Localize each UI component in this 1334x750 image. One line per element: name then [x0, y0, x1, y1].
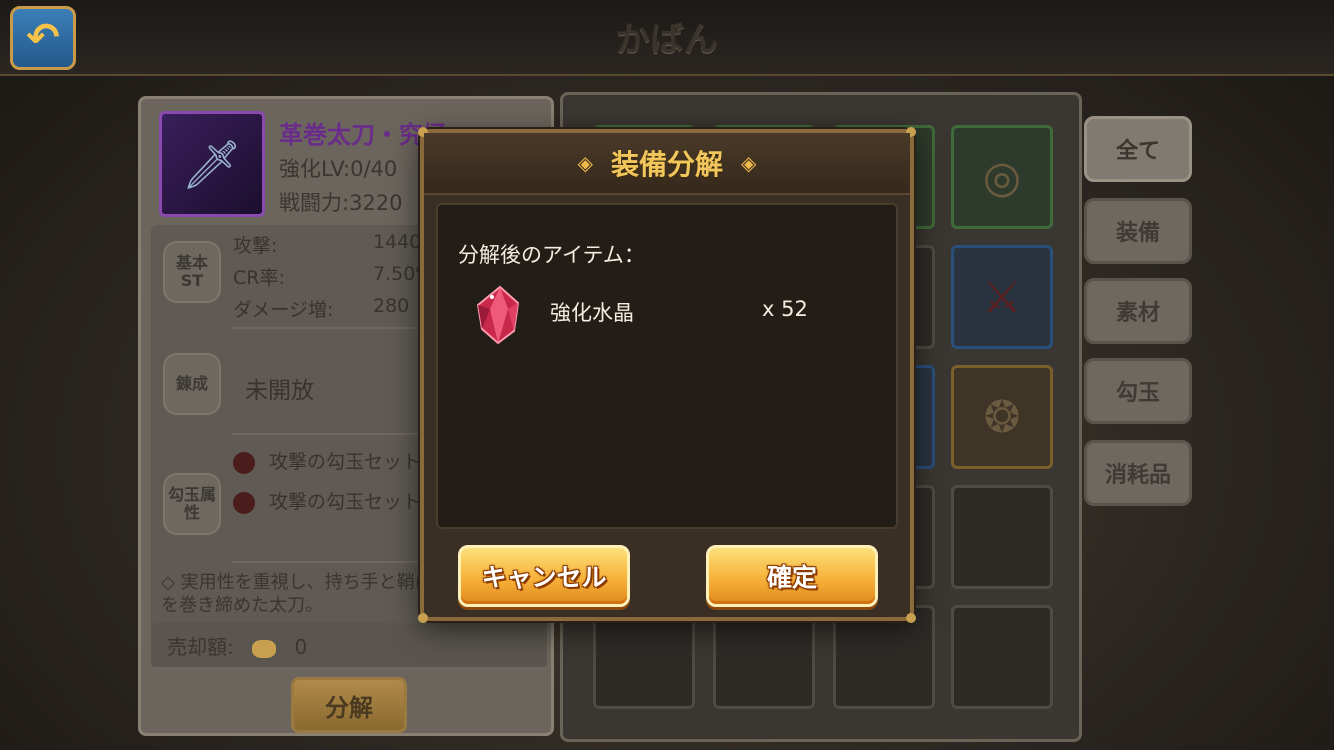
- stat-label: ダメージ増:: [233, 299, 334, 321]
- coin-icon: [252, 639, 277, 658]
- stat-value: 1440: [373, 231, 422, 253]
- cancel-button[interactable]: キャンセル: [458, 545, 630, 607]
- ornament-left-icon: ◈: [577, 151, 593, 175]
- crystal-icon: [468, 283, 532, 347]
- item-description: ◇ 実用性を重視し、持ち手と鞘に紐を巻き締めた太刀。: [161, 572, 451, 617]
- forge-badge: 錬成: [163, 353, 221, 415]
- dialog-header: ◈ 装備分解 ◈: [424, 133, 910, 195]
- basic-stat-badge: 基本ST: [163, 241, 221, 303]
- stat-label: 攻撃:: [233, 235, 278, 257]
- result-item-name: 強化水晶: [550, 301, 634, 325]
- dialog-body: 分解後のアイテム： 強化水晶 x 52: [436, 203, 898, 529]
- disassemble-dialog: ◈ 装備分解 ◈ 分解後のアイテム： 強化水晶 x 52 キャンセル 確定: [418, 127, 916, 623]
- sell-value: 0: [294, 635, 308, 659]
- ring-icon: ◎: [982, 151, 1022, 203]
- magatama-set-row: 攻撃の勾玉セット: [233, 487, 421, 514]
- sword-icon: 🗡: [181, 136, 243, 193]
- magatama-set-label: 攻撃の勾玉セット: [269, 491, 422, 513]
- magatama-badge: 勾玉属性: [163, 473, 221, 535]
- magatama-set-row: 攻撃の勾玉セット: [233, 447, 421, 474]
- result-item-quantity: x 52: [762, 297, 808, 321]
- top-bar: ↶ かばん: [0, 0, 1334, 76]
- disassemble-button[interactable]: 分解: [291, 677, 407, 733]
- tab-consumables[interactable]: 消耗品: [1084, 440, 1192, 506]
- item-icon: 🗡: [159, 111, 265, 217]
- inventory-slot[interactable]: ❂: [951, 365, 1053, 469]
- sell-price-row: 売却額: 0: [151, 623, 547, 667]
- tab-magatama[interactable]: 勾玉: [1084, 358, 1192, 424]
- ornament-right-icon: ◈: [741, 151, 757, 175]
- confirm-button[interactable]: 確定: [706, 545, 878, 607]
- tab-equipment[interactable]: 装備: [1084, 198, 1192, 264]
- inventory-slot[interactable]: ⚔: [951, 245, 1053, 349]
- corner-ornament: [906, 613, 916, 623]
- item-power: 戦闘力:3220: [279, 191, 403, 215]
- inventory-slot[interactable]: ◎: [951, 125, 1053, 229]
- tab-materials[interactable]: 素材: [1084, 278, 1192, 344]
- result-heading: 分解後のアイテム：: [458, 243, 645, 267]
- magatama-icon: [233, 451, 255, 474]
- dialog-title: 装備分解: [610, 148, 723, 181]
- forge-value: 未開放: [245, 378, 314, 404]
- magatama-set-label: 攻撃の勾玉セット: [269, 451, 422, 473]
- magatama-icon: [233, 491, 255, 514]
- page-title: かばん: [616, 20, 718, 60]
- inventory-slot[interactable]: [951, 485, 1053, 589]
- sell-label: 売却額:: [167, 635, 234, 659]
- sword-icon: ⚔: [982, 271, 1022, 323]
- corner-ornament: [418, 613, 428, 623]
- item-description-text: 実用性を重視し、持ち手と鞘に紐を巻き締めた太刀。: [161, 572, 451, 617]
- item-level: 強化LV:0/40: [279, 157, 398, 181]
- stat-label: CR率:: [233, 267, 285, 289]
- stat-value: 280: [373, 295, 410, 317]
- inventory-slot[interactable]: [951, 605, 1053, 709]
- tab-all[interactable]: 全て: [1084, 116, 1192, 182]
- bracelet-icon: ❂: [983, 391, 1021, 443]
